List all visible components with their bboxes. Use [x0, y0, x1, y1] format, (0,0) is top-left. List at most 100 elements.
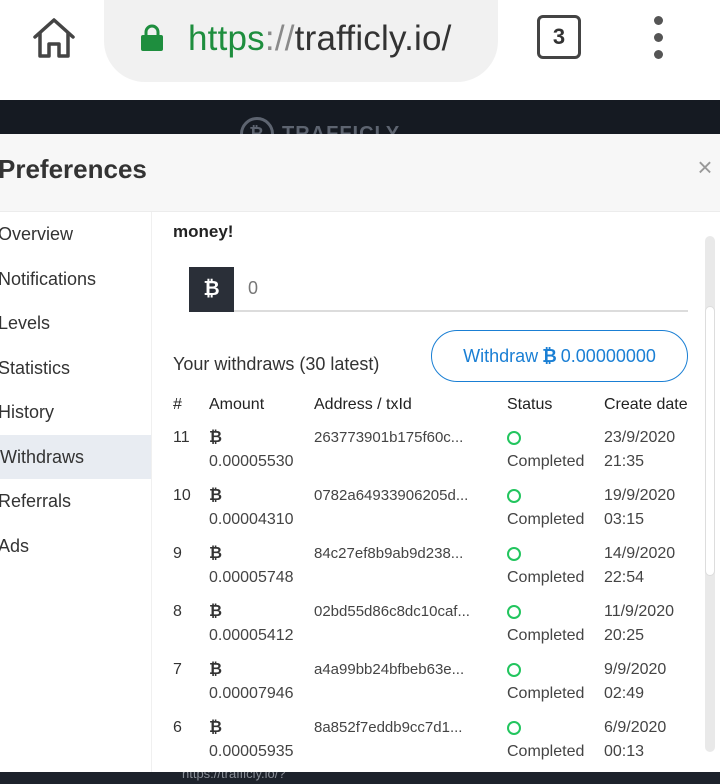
url-separator: :// — [264, 19, 295, 58]
sidebar-item-referrals[interactable]: Referrals — [0, 479, 151, 524]
sidebar-item-history[interactable]: History — [0, 390, 151, 435]
bitcoin-icon: ₿ — [209, 487, 223, 504]
row-amount: 0.00005935 — [209, 743, 294, 760]
row-date: 11/9/2020 — [604, 603, 674, 620]
close-icon[interactable]: × — [692, 152, 718, 183]
status-circle-icon — [507, 431, 521, 445]
row-time: 22:54 — [604, 569, 645, 586]
content-scrollbar[interactable] — [705, 236, 715, 752]
withdraw-button-amount: 0.00000000 — [560, 345, 656, 366]
sidebar-item-ads[interactable]: Ads — [0, 524, 151, 569]
row-address-link[interactable]: 0782a64933906205d... — [314, 483, 499, 509]
row-status: Completed — [507, 569, 585, 586]
bitcoin-icon: ₿ — [209, 661, 223, 678]
intro-text: money! — [173, 222, 234, 241]
bitcoin-icon: ₿ — [189, 267, 234, 312]
sidebar-item-notifications[interactable]: Notifications — [0, 257, 151, 302]
row-date: 6/9/2020 — [604, 719, 667, 736]
withdraw-button[interactable]: Withdraw ₿ 0.00000000 — [431, 330, 688, 382]
column-header-num: # — [173, 396, 182, 413]
bitcoin-icon: ₿ — [542, 345, 557, 366]
row-status: Completed — [507, 511, 585, 528]
sidebar-item-levels[interactable]: Levels — [0, 301, 151, 346]
preferences-sidebar: Overview Notifications Levels Statistics… — [0, 212, 151, 784]
home-button[interactable] — [28, 14, 80, 62]
row-amount: 0.00007946 — [209, 685, 294, 702]
lock-icon — [141, 24, 163, 51]
menu-dots-icon[interactable] — [648, 16, 668, 60]
row-number: 6 — [173, 719, 182, 736]
table-header-row: # Amount Address / txId Status Create da… — [173, 385, 714, 425]
row-date: 23/9/2020 — [604, 429, 676, 446]
row-address-link[interactable]: a4a99bb24bfbeb63e... — [314, 657, 499, 683]
bitcoin-icon: ₿ — [209, 429, 223, 446]
row-status: Completed — [507, 743, 585, 760]
status-circle-icon — [507, 547, 521, 561]
row-date: 9/9/2020 — [604, 661, 667, 678]
row-time: 03:15 — [604, 511, 645, 528]
url-scheme: https — [188, 19, 265, 58]
row-amount: 0.00005412 — [209, 627, 294, 644]
preferences-modal: Preferences × Overview Notifications Lev… — [0, 134, 720, 784]
column-header-amount: Amount — [209, 396, 265, 413]
status-circle-icon — [507, 721, 521, 735]
row-date: 14/9/2020 — [604, 545, 676, 562]
site-logo-text: TRAFFICLY — [282, 122, 401, 135]
withdraws-heading: Your withdraws (30 latest) — [173, 354, 380, 374]
row-number: 9 — [173, 545, 182, 562]
footer-link-text: https://trafficly.io/? — [182, 772, 286, 781]
site-logo: ₿ TRAFFICLY — [240, 117, 400, 134]
row-address-link[interactable]: 84c27ef8b9ab9d238... — [314, 541, 499, 567]
table-row: 9 ₿ 0.00005748 84c27ef8b9ab9d238... Compl… — [173, 541, 714, 599]
withdraws-panel: money! ₿ Your withdraws (30 latest) With… — [151, 212, 720, 784]
sidebar-item-withdraws[interactable]: Withdraws — [0, 434, 151, 479]
scrollbar-thumb[interactable] — [705, 306, 715, 576]
amount-input-group: ₿ — [189, 267, 688, 313]
row-number: 8 — [173, 603, 182, 620]
home-icon — [33, 18, 75, 58]
row-time: 20:25 — [604, 627, 645, 644]
site-footer-strip: https://trafficly.io/? — [0, 772, 720, 784]
sidebar-item-overview[interactable]: Overview — [0, 212, 151, 257]
row-address-link[interactable]: 263773901b175f60c... — [314, 425, 499, 451]
row-time: 02:49 — [604, 685, 645, 702]
status-circle-icon — [507, 489, 521, 503]
row-number: 10 — [173, 487, 191, 504]
row-address-link[interactable]: 02bd55d86c8dc10caf... — [314, 599, 499, 625]
row-status: Completed — [507, 453, 585, 470]
url-host: trafficly.io/ — [294, 19, 452, 58]
site-header: ₿ TRAFFICLY — [0, 100, 720, 134]
row-amount: 0.00004310 — [209, 511, 294, 528]
row-time: 21:35 — [604, 453, 645, 470]
row-number: 7 — [173, 661, 182, 678]
table-row: 6 ₿ 0.00005935 8a852f7eddb9cc7d1... Compl… — [173, 715, 714, 773]
modal-header: Preferences × — [0, 134, 720, 212]
bitcoin-icon: ₿ — [209, 603, 223, 620]
column-header-date: Create date — [604, 396, 688, 413]
status-circle-icon — [507, 605, 521, 619]
table-row: 11 ₿ 0.00005530 263773901b175f60c... Comp… — [173, 425, 714, 483]
row-time: 00:13 — [604, 743, 645, 760]
tab-switcher-button[interactable]: 3 — [537, 15, 581, 59]
row-amount: 0.00005530 — [209, 453, 294, 470]
withdraws-table: # Amount Address / txId Status Create da… — [173, 385, 714, 773]
row-amount: 0.00005748 — [209, 569, 294, 586]
row-address-link[interactable]: 8a852f7eddb9cc7d1... — [314, 715, 499, 741]
sidebar-item-statistics[interactable]: Statistics — [0, 346, 151, 391]
bitcoin-icon: ₿ — [209, 719, 223, 736]
row-number: 11 — [173, 429, 190, 446]
column-header-address: Address / txId — [314, 396, 412, 413]
withdraw-button-label: Withdraw — [463, 345, 539, 366]
row-status: Completed — [507, 685, 585, 702]
browser-toolbar: https://trafficly.io/ 3 — [0, 0, 720, 100]
table-row: 7 ₿ 0.00007946 a4a99bb24bfbeb63e... Compl… — [173, 657, 714, 715]
column-header-status: Status — [507, 396, 553, 413]
url-text: https://trafficly.io/ — [188, 16, 452, 62]
address-bar[interactable]: https://trafficly.io/ — [104, 0, 498, 82]
table-row: 10 ₿ 0.00004310 0782a64933906205d... Comp… — [173, 483, 714, 541]
status-circle-icon — [507, 663, 521, 677]
row-date: 19/9/2020 — [604, 487, 676, 504]
bitcoin-icon: ₿ — [209, 545, 223, 562]
table-row: 8 ₿ 0.00005412 02bd55d86c8dc10caf... Comp… — [173, 599, 714, 657]
withdraw-amount-input[interactable] — [234, 267, 688, 312]
